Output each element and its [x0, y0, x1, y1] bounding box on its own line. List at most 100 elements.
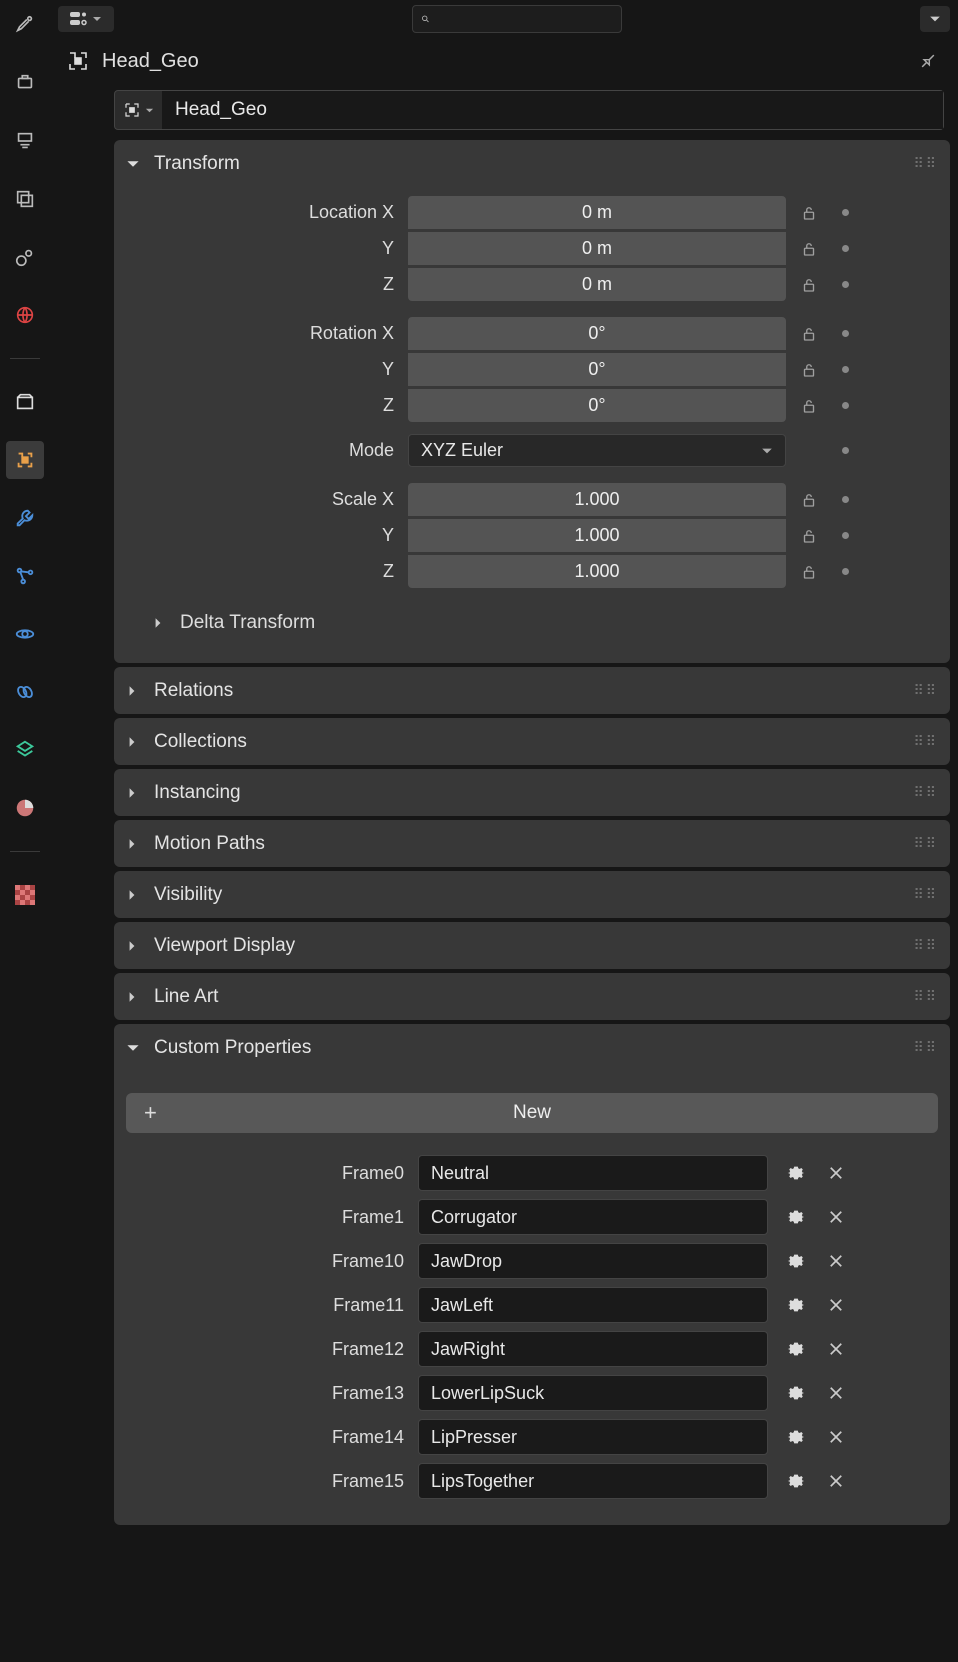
rotation-y-field[interactable]: 0°: [408, 353, 786, 386]
editor-type-button[interactable]: [58, 6, 114, 32]
animate-button[interactable]: [834, 402, 856, 409]
lock-button[interactable]: [792, 555, 826, 588]
tab-object[interactable]: [6, 441, 44, 479]
custom-property-value-input[interactable]: [418, 1463, 768, 1499]
new-property-button[interactable]: + New: [126, 1093, 938, 1133]
drag-handle-icon[interactable]: ⠿⠿: [913, 733, 938, 750]
tab-collection[interactable]: [6, 383, 44, 421]
custom-property-settings-button[interactable]: [776, 1426, 816, 1448]
tab-scene[interactable]: [6, 238, 44, 276]
tab-render[interactable]: [6, 64, 44, 102]
animate-button[interactable]: [834, 496, 856, 503]
close-icon: [827, 1252, 845, 1270]
lock-button[interactable]: [792, 268, 826, 301]
tab-particles[interactable]: [6, 557, 44, 595]
tab-modifiers[interactable]: [6, 499, 44, 537]
custom-property-settings-button[interactable]: [776, 1470, 816, 1492]
panel-header-collections[interactable]: Collections ⠿⠿: [114, 718, 950, 765]
lock-button[interactable]: [792, 353, 826, 386]
panel-title: Line Art: [154, 986, 218, 1008]
scale-y-field[interactable]: 1.000: [408, 519, 786, 552]
drag-handle-icon[interactable]: ⠿⠿: [913, 784, 938, 801]
panel-header-custom-properties[interactable]: Custom Properties ⠿⠿: [114, 1024, 950, 1071]
custom-property-settings-button[interactable]: [776, 1206, 816, 1228]
lock-button[interactable]: [792, 519, 826, 552]
drag-handle-icon[interactable]: ⠿⠿: [913, 937, 938, 954]
tab-data[interactable]: [6, 731, 44, 769]
rotation-x-field[interactable]: 0°: [408, 317, 786, 350]
custom-property-value-input[interactable]: [418, 1331, 768, 1367]
lock-button[interactable]: [792, 389, 826, 422]
panel-header-transform[interactable]: Transform ⠿⠿: [114, 140, 950, 187]
tab-physics[interactable]: [6, 615, 44, 653]
drag-handle-icon[interactable]: ⠿⠿: [913, 155, 938, 172]
custom-property-settings-button[interactable]: [776, 1338, 816, 1360]
location-y-field[interactable]: 0 m: [408, 232, 786, 265]
custom-property-settings-button[interactable]: [776, 1294, 816, 1316]
scale-z-label: Z: [126, 561, 408, 582]
panel-header-line-art[interactable]: Line Art ⠿⠿: [114, 973, 950, 1020]
custom-property-delete-button[interactable]: [816, 1428, 856, 1446]
drag-handle-icon[interactable]: ⠿⠿: [913, 886, 938, 903]
options-button[interactable]: [920, 6, 950, 32]
panel-header-viewport-display[interactable]: Viewport Display ⠿⠿: [114, 922, 950, 969]
panel-header-visibility[interactable]: Visibility ⠿⠿: [114, 871, 950, 918]
drag-handle-icon[interactable]: ⠿⠿: [913, 835, 938, 852]
lock-button[interactable]: [792, 232, 826, 265]
tab-constraints[interactable]: [6, 673, 44, 711]
scale-z-field[interactable]: 1.000: [408, 555, 786, 588]
drag-handle-icon[interactable]: ⠿⠿: [913, 988, 938, 1005]
custom-property-settings-button[interactable]: [776, 1250, 816, 1272]
lock-button[interactable]: [792, 483, 826, 516]
custom-property-delete-button[interactable]: [816, 1252, 856, 1270]
custom-property-key: Frame15: [126, 1471, 418, 1492]
animate-button[interactable]: [834, 245, 856, 252]
animate-button[interactable]: [834, 209, 856, 216]
lock-button[interactable]: [792, 196, 826, 229]
custom-property-delete-button[interactable]: [816, 1208, 856, 1226]
animate-button[interactable]: [834, 532, 856, 539]
location-x-field[interactable]: 0 m: [408, 196, 786, 229]
rotation-z-field[interactable]: 0°: [408, 389, 786, 422]
drag-handle-icon[interactable]: ⠿⠿: [913, 682, 938, 699]
subpanel-title: Delta Transform: [180, 612, 315, 634]
custom-property-value-input[interactable]: [418, 1419, 768, 1455]
scale-x-field[interactable]: 1.000: [408, 483, 786, 516]
custom-property-value-input[interactable]: [418, 1375, 768, 1411]
animate-button[interactable]: [834, 366, 856, 373]
custom-property-value-input[interactable]: [418, 1287, 768, 1323]
rotation-mode-select[interactable]: XYZ Euler: [408, 434, 786, 467]
lock-button[interactable]: [792, 317, 826, 350]
tab-world[interactable]: [6, 296, 44, 334]
custom-property-value-input[interactable]: [418, 1199, 768, 1235]
datablock-button[interactable]: [115, 91, 163, 129]
panel-header-motion-paths[interactable]: Motion Paths ⠿⠿: [114, 820, 950, 867]
animate-button[interactable]: [834, 330, 856, 337]
location-z-field[interactable]: 0 m: [408, 268, 786, 301]
animate-button[interactable]: [834, 447, 856, 454]
custom-property-delete-button[interactable]: [816, 1340, 856, 1358]
custom-property-delete-button[interactable]: [816, 1472, 856, 1490]
custom-property-value-input[interactable]: [418, 1155, 768, 1191]
subpanel-delta-transform[interactable]: Delta Transform: [126, 603, 938, 643]
panel-scroll[interactable]: Transform ⠿⠿ Location X 0 m Y: [50, 140, 958, 1662]
pin-button[interactable]: [905, 38, 950, 83]
animate-button[interactable]: [834, 281, 856, 288]
tab-material[interactable]: [6, 789, 44, 827]
object-name-input[interactable]: [163, 91, 943, 129]
tab-tool[interactable]: [6, 6, 44, 44]
panel-header-relations[interactable]: Relations ⠿⠿: [114, 667, 950, 714]
custom-property-settings-button[interactable]: [776, 1162, 816, 1184]
custom-property-settings-button[interactable]: [776, 1382, 816, 1404]
tab-viewlayer[interactable]: [6, 180, 44, 218]
drag-handle-icon[interactable]: ⠿⠿: [913, 1039, 938, 1056]
tab-texture[interactable]: [6, 876, 44, 914]
animate-button[interactable]: [834, 568, 856, 575]
custom-property-value-input[interactable]: [418, 1243, 768, 1279]
custom-property-delete-button[interactable]: [816, 1296, 856, 1314]
custom-property-delete-button[interactable]: [816, 1384, 856, 1402]
search-input[interactable]: [412, 5, 622, 33]
panel-header-instancing[interactable]: Instancing ⠿⠿: [114, 769, 950, 816]
custom-property-delete-button[interactable]: [816, 1164, 856, 1182]
tab-output[interactable]: [6, 122, 44, 160]
